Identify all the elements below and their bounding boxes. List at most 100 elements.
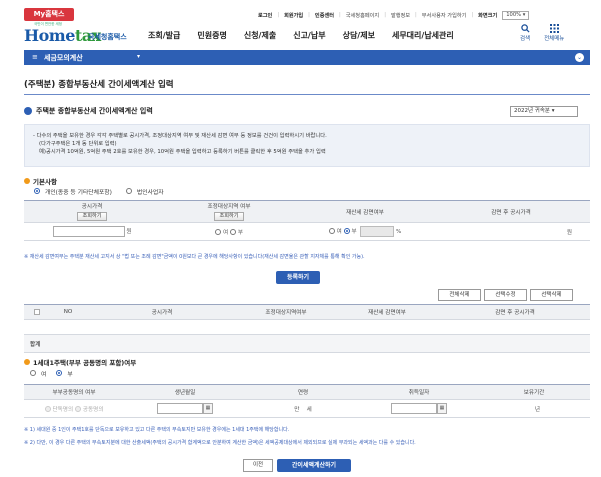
title-divider — [24, 94, 590, 95]
header-joint-ownership: 부부공동명의 여부 — [24, 384, 124, 400]
signup-link[interactable]: 회원가입 — [284, 12, 303, 19]
header-no: NO — [50, 304, 86, 320]
chevron-down-icon[interactable]: ⌄ — [575, 53, 584, 62]
empty-row — [24, 319, 590, 335]
all-menu-button[interactable]: 전체메뉴 — [544, 24, 564, 42]
radio-sole[interactable] — [44, 405, 51, 412]
calendar-icon[interactable]: ▦ — [203, 403, 213, 414]
header-birthdate: 생년월일 — [124, 384, 246, 400]
edit-selected-button[interactable]: 선택수정 — [484, 289, 527, 301]
login-link[interactable]: 로그인 — [258, 12, 272, 19]
logo-subtitle: 국세청홈택스 — [88, 33, 127, 41]
publish-info-link[interactable]: 발행정보 — [391, 12, 410, 19]
year-select[interactable]: 2022년 귀속분 ▾ — [510, 106, 578, 117]
joint-ownership-cell: 단독명의 공동명의 — [24, 399, 124, 418]
calendar-icon[interactable]: ▦ — [437, 403, 447, 414]
search-icon — [520, 24, 530, 33]
age-cell: 만 세 — [246, 399, 360, 418]
hometax-logo[interactable]: 국민이 편안한 세정 Hometax 국세청홈택스 — [24, 22, 134, 46]
header-area: 조정대상지역여부 — [238, 304, 334, 320]
notice-line: - 다수의 주택을 보유한 경우 각각 주택별로 공시가격, 조정대상지역 여부… — [33, 133, 327, 139]
acquisition-date-cell: ▦ — [360, 399, 478, 418]
taxpayer-type-group: 개인(종중 등 기타단체포함) 법인사업자 — [34, 187, 164, 196]
corporation-label: 법인사업자 — [136, 190, 164, 196]
nav-consult[interactable]: 상담/제보 — [343, 30, 375, 41]
select-all-checkbox[interactable] — [34, 308, 40, 315]
birthdate-cell: ▦ — [124, 399, 246, 418]
radio-area-yes[interactable] — [214, 228, 221, 235]
total-price — [86, 334, 238, 353]
all-menu-label: 전체메뉴 — [544, 36, 565, 42]
notice-line: (다가구주택은 1개 동 단위로 입력) — [39, 141, 117, 147]
nts-homepage-link[interactable]: 국세청홈페이지 — [346, 12, 379, 19]
nav-inquiry[interactable]: 조회/발급 — [148, 30, 180, 41]
header-reduction: 재산세 감면여부 — [334, 304, 440, 320]
zoom-select[interactable]: 100% ▾ — [502, 10, 530, 20]
single-house-heading: 1세대1주택(부부 공동명의 포함)여부 — [24, 357, 136, 367]
dept-user-signup-link[interactable]: 부서사용자 가입하기 — [422, 12, 467, 19]
hamburger-icon[interactable]: ≡ — [32, 53, 38, 61]
holding-period-cell: 년 — [478, 399, 590, 418]
select-all-cell — [24, 304, 50, 320]
my-hometax-tab[interactable]: My홈택스 — [24, 8, 74, 21]
nav-tax-agent[interactable]: 세무대리/납세관리 — [392, 30, 454, 41]
search-button[interactable]: 검색 — [520, 24, 530, 42]
nav-certificates[interactable]: 민원증명 — [197, 30, 226, 41]
radio-corporation[interactable] — [125, 188, 132, 194]
search-label: 검색 — [520, 36, 531, 42]
header-reduced-price: 감면 후 공시가격 — [432, 200, 590, 223]
notice-box: - 다수의 주택을 보유한 경우 각각 주택별로 공시가격, 조정대상지역 여부… — [24, 124, 590, 167]
menu-bar: ≡ 세금모의계산 ▾ ⌄ — [24, 50, 590, 65]
total-label: 합계 — [24, 334, 86, 353]
nav-report-pay[interactable]: 신고/납부 — [293, 30, 325, 41]
radio-area-no[interactable] — [229, 228, 236, 235]
basic-input-table: 공시가격 조회하기 조정대상지역 여부 조회하기 재산세 감면여부 감면 후 공시가… — [24, 200, 590, 241]
grid-icon — [549, 24, 559, 33]
adjust-area-cell: 여 부 — [160, 222, 298, 241]
header-age: 연령 — [246, 384, 360, 400]
birthdate-input[interactable] — [157, 403, 203, 414]
radio-single-yes[interactable] — [30, 370, 36, 376]
header-property-tax-reduction: 재산세 감면여부 — [298, 200, 432, 223]
prev-button[interactable]: 이전 — [243, 459, 273, 472]
single-house-radio-group: 여 부 — [30, 369, 73, 378]
radio-single-no[interactable] — [56, 370, 63, 376]
individual-label: 개인(종중 등 기타단체포함) — [45, 190, 112, 196]
basic-info-heading: 기본사항 — [24, 176, 57, 186]
section-title-text: 주택분 종합부동산세 간이세액계산 입력 — [36, 107, 153, 115]
calculate-button[interactable]: 간이세액계산하기 — [277, 459, 351, 472]
cert-center-link[interactable]: 인증센터 — [315, 12, 334, 19]
radio-reduction-no[interactable] — [343, 228, 350, 234]
official-price-input[interactable] — [52, 226, 125, 237]
reduction-cell: 여 부 % — [298, 222, 432, 241]
radio-reduction-yes[interactable] — [328, 228, 335, 234]
nav-apply-submit[interactable]: 신청/제출 — [244, 30, 276, 41]
reduced-price-cell: 원 — [432, 222, 590, 241]
caret-down-icon[interactable]: ▾ — [137, 53, 140, 60]
registered-list-table: NO 공시가격 조정대상지역여부 재산세 감면여부 감면 후 공시가격 합계 — [24, 304, 590, 353]
delete-selected-button[interactable]: 선택삭제 — [530, 289, 573, 301]
bullet-icon — [24, 107, 32, 115]
header-price: 공시가격 — [86, 304, 238, 320]
screen-size-label: 화면크기 — [478, 12, 498, 19]
menu-bar-title: 세금모의계산 — [44, 54, 83, 62]
reduction-rate-input[interactable] — [360, 226, 395, 237]
logo-tagline: 국민이 편안한 세정 — [34, 22, 62, 26]
bullet-icon — [24, 359, 30, 365]
radio-joint[interactable] — [74, 405, 81, 412]
header-holding-period: 보유기간 — [478, 384, 590, 400]
notice-line: 예)공시가격 10억원, 5억원 주택 2호를 보유한 경우, 10억원 주택을… — [39, 149, 326, 155]
acquisition-date-input[interactable] — [391, 403, 437, 414]
header-reduced-price: 감면 후 공시가격 — [440, 304, 590, 320]
header-tools: 검색 전체메뉴 — [520, 24, 564, 42]
register-button[interactable]: 등록하기 — [276, 271, 320, 284]
radio-individual[interactable] — [34, 188, 40, 194]
delete-all-button[interactable]: 전체삭제 — [438, 289, 481, 301]
bullet-icon — [24, 178, 30, 184]
utility-links: 로그인 | 회원가입 | 인증센터 | 국세청홈페이지 | 발행정보 | 부서사용자 가입… — [258, 10, 530, 20]
single-house-note-1: ※ 1) 세대원 중 1인이 주택1호를 단독으로 보유하고 있고 다른 주택의… — [24, 427, 290, 433]
lookup-price-button[interactable]: 조회하기 — [77, 212, 107, 221]
official-price-cell: 원 — [24, 222, 160, 241]
header-acquisition-date: 취득일자 — [360, 384, 478, 400]
lookup-area-button[interactable]: 조회하기 — [214, 212, 244, 221]
